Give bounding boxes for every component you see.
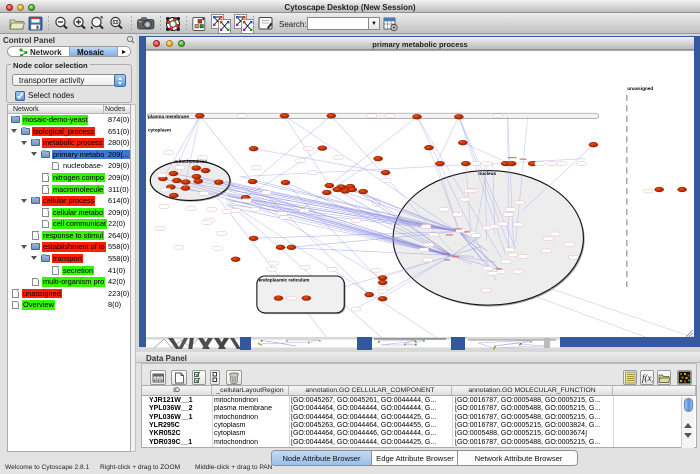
svg-text:endoplasmic reticulum: endoplasmic reticulum [259,278,310,283]
svg-text:plasma membrane: plasma membrane [148,114,189,119]
svg-text:mitochondrion: mitochondrion [174,159,207,164]
svg-text:unassigned: unassigned [627,86,653,91]
svg-text:f(x): f(x) [642,373,653,383]
svg-text:cytoplasm: cytoplasm [148,128,171,133]
svg-text:nucleus: nucleus [478,171,496,176]
